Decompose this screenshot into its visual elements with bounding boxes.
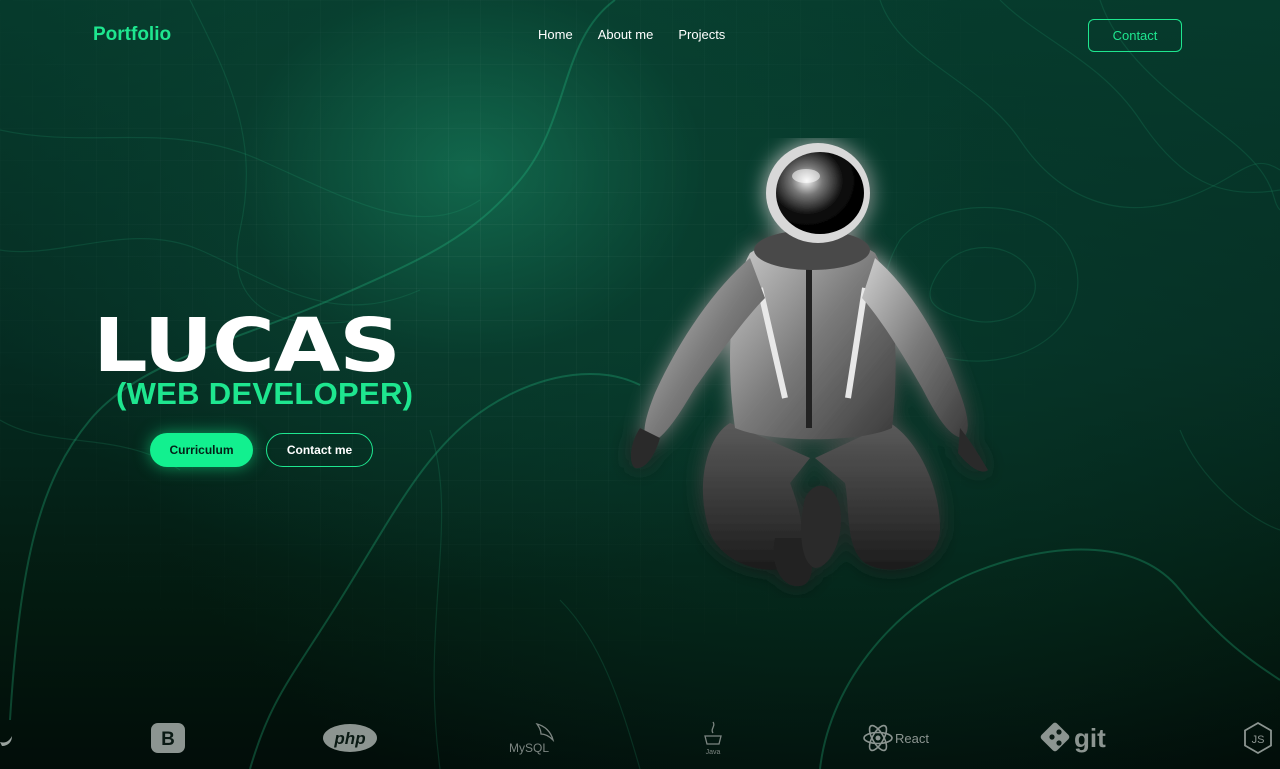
nodejs-icon: JS: [1242, 712, 1274, 764]
mysql-label: MySQL: [509, 741, 549, 755]
java-icon: Java: [700, 712, 726, 764]
astronaut-image: [630, 143, 988, 587]
react-label: React: [895, 731, 929, 746]
bootstrap-icon: B: [148, 712, 188, 764]
tech-logo-strip: B php MySQL Java React git JS: [0, 712, 1280, 764]
php-icon: php: [322, 712, 378, 764]
php-label: php: [333, 729, 365, 748]
java-label: Java: [706, 749, 721, 756]
curriculum-button[interactable]: Curriculum: [150, 433, 253, 467]
contact-button[interactable]: Contact: [1088, 19, 1182, 52]
swift-icon: [0, 712, 16, 764]
main-nav: Home About me Projects: [538, 27, 725, 42]
hero-role: (WEB DEVELOPER): [116, 376, 414, 411]
hero-name: LUCAS: [93, 303, 401, 389]
nav-link-home[interactable]: Home: [538, 27, 573, 42]
nav-link-about-me[interactable]: About me: [598, 27, 654, 42]
nav-link-projects[interactable]: Projects: [678, 27, 725, 42]
site-header: Portfolio Home About me Projects Contact: [0, 0, 1280, 70]
git-label: git: [1074, 723, 1106, 753]
bootstrap-letter: B: [161, 729, 175, 750]
contact-me-button[interactable]: Contact me: [266, 433, 373, 467]
react-icon: React: [862, 712, 930, 764]
mysql-icon: MySQL: [507, 712, 557, 764]
nodejs-label: JS: [1252, 734, 1265, 746]
git-icon: git: [1038, 712, 1116, 764]
site-logo[interactable]: Portfolio: [93, 24, 171, 46]
